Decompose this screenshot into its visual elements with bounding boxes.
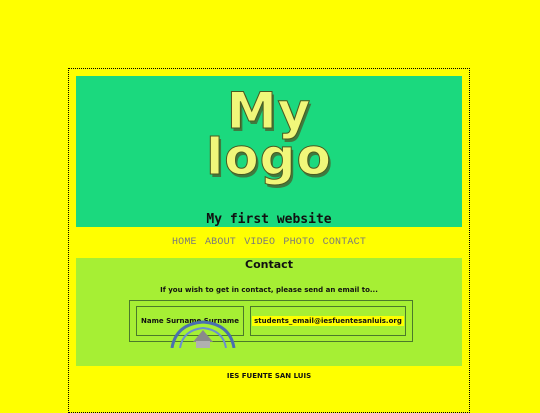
contact-intro: If you wish to get in contact, please se… [160,286,378,294]
contact-email-cell: students_email@iesfuentesanluis.org [250,306,406,336]
footer-school-name: IES FUENTE SAN LUIS [226,372,312,380]
site-logo[interactable]: My logo [76,86,462,186]
page-container: My logo My first website HOME ABOUT VIDE… [68,68,470,413]
header-banner: My logo My first website [76,76,462,227]
nav-photo[interactable]: PHOTO [283,237,314,248]
nav-contact[interactable]: CONTACT [323,237,366,248]
contact-email-link[interactable]: students_email@iesfuentesanluis.org [252,316,404,326]
contact-heading: Contact [245,258,293,271]
main-nav: HOME ABOUT VIDEO PHOTO CONTACT [76,237,462,248]
contact-section: Contact If you wish to get in contact, p… [76,258,462,366]
nav-home[interactable]: HOME [172,237,197,248]
nav-about[interactable]: ABOUT [205,237,236,248]
school-logo-icon [166,318,240,348]
site-title: My first website [206,212,332,227]
nav-video[interactable]: VIDEO [244,237,275,248]
logo-line-2: logo [206,128,332,186]
